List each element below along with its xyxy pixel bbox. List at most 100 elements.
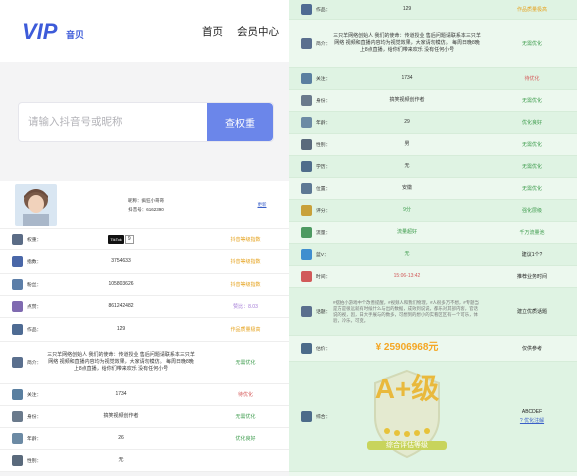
row-label-cell: 点赞： <box>0 301 41 312</box>
traffic-icon <box>301 227 312 238</box>
row-value: 1734 <box>401 75 413 81</box>
nav-member-center[interactable]: 会员中心 <box>237 24 279 39</box>
table-row: 权重： TikTok 9 抖音等级指数 <box>0 229 289 250</box>
tiktok-logo-icon: TikTok <box>108 234 124 244</box>
table-row: 话题： #摆拍小游戏中个改善提醒，#视频人和我们物理，#人很多万不想，#专题当是方… <box>289 288 577 336</box>
profile-update-link[interactable]: 更新 <box>235 202 289 208</box>
row-value-cell: 129 <box>327 6 487 13</box>
nav-home[interactable]: 首页 <box>202 24 223 39</box>
row-status: 推荐业务时间 <box>516 274 547 280</box>
education-icon <box>301 161 312 172</box>
row-status: 千万流量池 <box>519 230 545 236</box>
row-value: 29 <box>404 119 410 125</box>
gender-icon <box>12 455 23 466</box>
table-row: 估价： ¥ 25906968元 仅供参考 <box>289 336 577 362</box>
table-row: 年龄： 26 优化良好 <box>0 428 289 450</box>
row-label-cell: 蓝V： <box>289 249 329 260</box>
row-value-cell: 无 <box>327 251 487 258</box>
table-row: 年龄： 29 优化良好 <box>289 112 577 134</box>
row-value: 129 <box>116 326 126 332</box>
logo-sub: 音贝 <box>66 30 85 40</box>
gender-icon <box>301 139 312 150</box>
row-status-cell: ABCDEF ? 优化注解 <box>487 409 577 424</box>
row-status: 抖音等级指数 <box>230 259 261 265</box>
chart-icon <box>12 256 23 267</box>
row-label-cell: 身份： <box>0 411 41 422</box>
time-icon <box>301 271 312 282</box>
svg-text:VIP: VIP <box>22 19 58 44</box>
table-row: 作品： 129 作品质量极高 <box>289 0 577 20</box>
row-label-cell: 性别： <box>289 139 330 150</box>
row-value: 搞笑视频创作者 <box>103 413 139 419</box>
row-status: 建立优质话题 <box>516 309 547 315</box>
table-row: 关注： 1734 待优化 <box>0 384 289 406</box>
search-input[interactable] <box>19 103 207 141</box>
row-value-cell: 129 <box>40 326 202 333</box>
profile-nickname: 昵称：疯狂小哥哥 <box>128 197 164 203</box>
row-value: #摆拍小游戏中个改善提醒，#视频人和我们物理，#人很多万不想，#专题当是方是很远… <box>333 299 479 323</box>
age-icon <box>12 433 23 444</box>
row-status: 无需优化 <box>521 41 542 47</box>
row-value: ¥ 25906968元 <box>375 342 439 353</box>
row-label-cell: 简介： <box>289 38 330 49</box>
row-value: 861242482 <box>108 303 134 309</box>
table-row: 粉丝： 105803626 抖音等级指数 <box>0 274 289 296</box>
row-value-cell: 男 <box>327 141 487 148</box>
like-icon <box>12 301 23 312</box>
row-value-cell: 105803626 <box>40 281 202 288</box>
table-row: 评分： 9分 强化层级 <box>289 200 577 222</box>
search-box: 查权重 <box>18 102 274 142</box>
row-status-cell: 建议1个? <box>487 251 577 258</box>
site-logo[interactable]: VIP 音贝 <box>22 18 84 44</box>
row-value-cell: 安徽 <box>327 185 487 192</box>
row-status-cell: 作品质量极高 <box>487 6 577 13</box>
row-status: 抖音等级指数 <box>230 236 261 243</box>
row-status: ABCDEF <box>521 409 543 415</box>
row-value-cell: 861242482 <box>40 303 202 310</box>
table-row: 性别： 无 <box>0 450 289 472</box>
identity-icon <box>12 411 23 422</box>
intro-icon <box>301 38 312 49</box>
row-status-cell: 无需优化 <box>487 163 577 170</box>
row-label-cell: 位置： <box>289 183 330 194</box>
row-label-cell: 估价： <box>289 343 330 354</box>
row-status-cell: 无需优化 <box>202 413 289 420</box>
row-status-cell: 千万流量池 <box>487 229 577 236</box>
row-status-cell: 无需优化 <box>487 185 577 192</box>
left-rows: 权重： TikTok 9 抖音等级指数 指数： 3754633 抖音等级指数 粉丝： 10580… <box>0 229 289 472</box>
search-button[interactable]: 查权重 <box>207 103 273 141</box>
follow-icon <box>12 389 23 400</box>
row-status: 建议1个? <box>521 252 543 258</box>
vip-logo-icon: VIP <box>22 19 58 44</box>
overall-icon <box>301 411 312 422</box>
row-label-cell: 粉丝： <box>0 279 41 290</box>
profile-account: 抖音号：6162390 <box>128 206 164 212</box>
top-bar: VIP 音贝 首页 会员中心 <box>0 0 289 62</box>
avatar <box>15 183 57 226</box>
works-icon <box>301 4 312 15</box>
fans-icon <box>12 279 23 290</box>
row-status-cell: 优化良好 <box>202 435 289 442</box>
table-row: 时间： 15:06-13:42 推荐业务时间 <box>289 266 577 288</box>
profile-info: 昵称：疯狂小哥哥 抖音号：6162390 <box>57 196 235 214</box>
table-row: 简介： 三只羊网络创始人 我们的使命：传道授业 售后问题请联系本三只羊网络 视频和… <box>0 342 289 384</box>
optimize-note-link[interactable]: ? 优化注解 <box>487 417 577 424</box>
table-row: 蓝V： 无 建议1个? <box>289 244 577 266</box>
table-row: 学历： 无 无需优化 <box>289 156 577 178</box>
row-status: 优化良好 <box>235 436 256 442</box>
row-value: 129 <box>402 6 412 12</box>
row-status: 无需优化 <box>235 360 256 366</box>
row-label-cell: 作品： <box>0 324 41 335</box>
row-value-cell: A+级 综合评估等级 <box>327 367 487 466</box>
row-value-cell: 26 <box>40 435 202 442</box>
row-label-cell: 权重： <box>0 233 41 245</box>
table-row: 身份： 搞笑视频创作者 无需优化 <box>289 90 577 112</box>
works-icon <box>12 324 23 335</box>
left-panel: VIP 音贝 首页 会员中心 查权重 <box>0 0 289 476</box>
price-icon <box>301 343 312 354</box>
row-value: 无 <box>404 251 410 257</box>
intro-icon <box>12 357 23 368</box>
row-value-cell: 搞笑视频创作者 <box>40 413 202 420</box>
row-value: 无 <box>404 163 410 169</box>
row-value: 安徽 <box>401 185 412 191</box>
